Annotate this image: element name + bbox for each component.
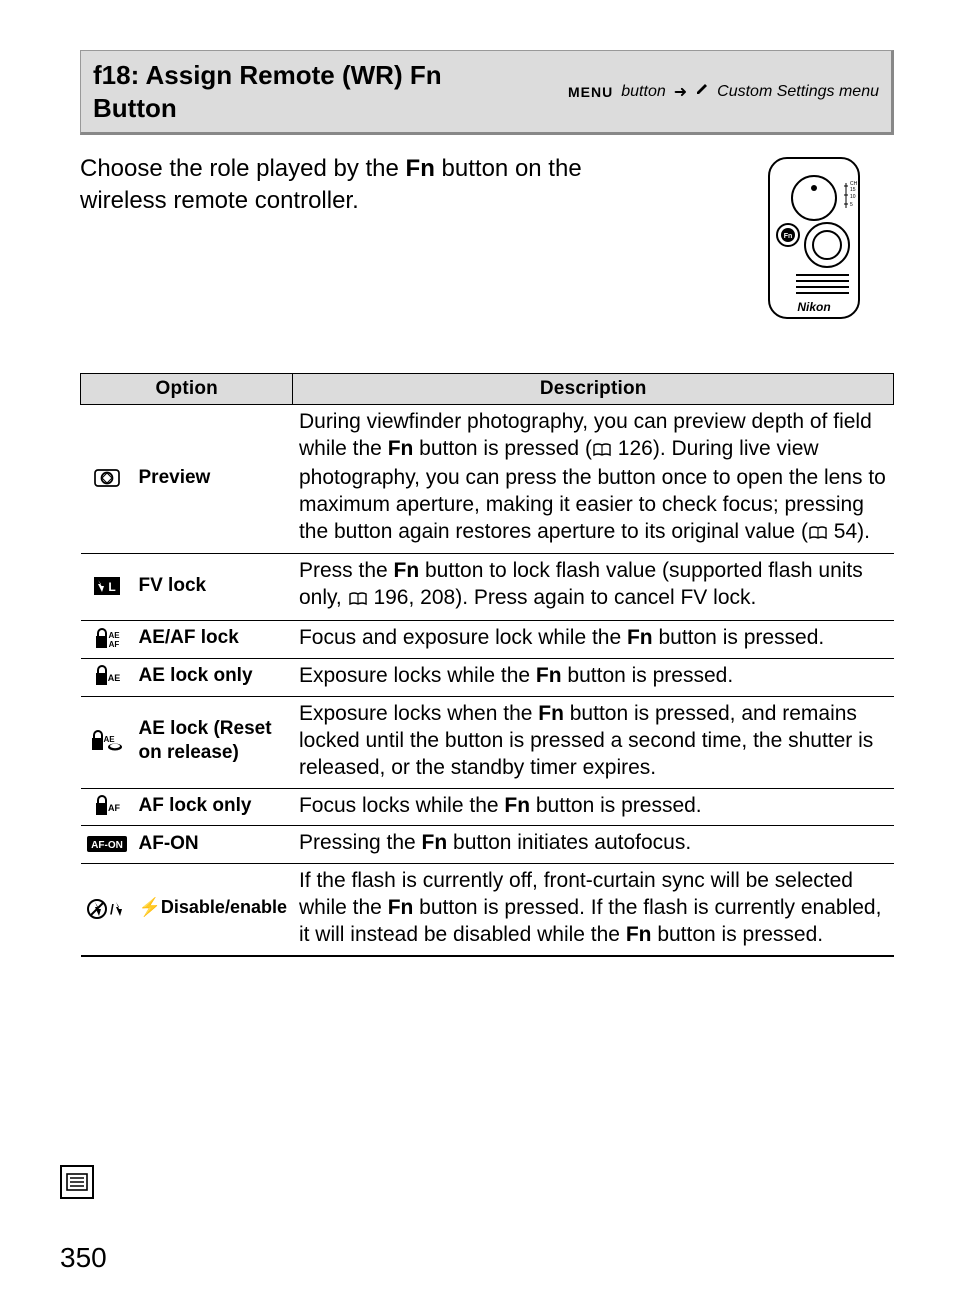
option-label: FV lock <box>133 554 293 621</box>
fn-text: Fn <box>538 702 564 725</box>
desc-text: Press the <box>299 559 394 582</box>
option-description: If the flash is currently off, front-cur… <box>293 864 894 956</box>
table-row: L FV lock Press the Fn button to lock fl… <box>81 554 894 621</box>
table-row: AE AE lock (Reset on release) Exposure l… <box>81 696 894 788</box>
svg-text:5: 5 <box>850 202 853 208</box>
desc-text: button is pressed. <box>530 794 702 817</box>
remote-controller-illustration: CH 15 10 5 Fn Nikon <box>754 153 874 333</box>
desc-text: Exposure locks when the <box>299 702 538 725</box>
table-row: AF-ON AF-ON Pressing the Fn button initi… <box>81 826 894 864</box>
desc-text: button is pressed ( <box>413 437 592 460</box>
options-table: Option Description Preview During viewfi… <box>80 373 894 957</box>
breadcrumb-dest: Custom Settings menu <box>717 83 879 101</box>
table-row: / ⚡Disable/enable If the flash is curren… <box>81 864 894 956</box>
option-label: ⚡Disable/enable <box>133 864 293 956</box>
menu-tab-icon <box>60 1165 94 1199</box>
option-description: Focus locks while the Fn button is press… <box>293 788 894 826</box>
option-description: Focus and exposure lock while the Fn but… <box>293 621 894 659</box>
desc-text: ). <box>857 520 870 543</box>
option-description: Press the Fn button to lock flash value … <box>293 554 894 621</box>
option-label: AE lock only <box>133 659 293 697</box>
option-label: Preview <box>133 405 293 554</box>
page-number: 350 <box>60 1242 107 1274</box>
desc-text: Focus and exposure lock while the <box>299 626 627 649</box>
fn-text: Fn <box>388 437 414 460</box>
fn-text: Fn <box>504 794 530 817</box>
page-ref-num: 196, 208 <box>373 586 455 609</box>
table-row: Preview During viewfinder photography, y… <box>81 405 894 554</box>
breadcrumb: MENU button ➜ Custom Settings menu <box>568 82 879 102</box>
af-lock-only-icon: AF <box>81 788 133 826</box>
section-title: f18: Assign Remote (WR) Fn Button <box>93 59 483 124</box>
fn-text: Fn <box>388 896 414 919</box>
desc-text: Focus locks while the <box>299 794 504 817</box>
desc-text: button is pressed. <box>651 923 823 946</box>
table-row: AF AF lock only Focus locks while the Fn… <box>81 788 894 826</box>
svg-text:AE: AE <box>107 673 119 683</box>
ae-lock-reset-icon: AE <box>81 696 133 788</box>
option-label: AF-ON <box>133 826 293 864</box>
option-description: Pressing the Fn button initiates autofoc… <box>293 826 894 864</box>
svg-text:/: / <box>110 901 114 917</box>
desc-text: button is pressed. <box>653 626 825 649</box>
svg-text:AF: AF <box>108 803 120 813</box>
col-header-option: Option <box>81 374 293 405</box>
remote-brand-label: Nikon <box>797 300 830 314</box>
desc-text: Exposure locks while the <box>299 664 536 687</box>
fn-text: Fn <box>627 626 653 649</box>
fn-text: Fn <box>536 664 562 687</box>
page-ref-num: 126 <box>618 437 653 460</box>
option-description: During viewfinder photography, you can p… <box>293 405 894 554</box>
ae-lock-only-icon: AE <box>81 659 133 697</box>
arrow-right-icon: ➜ <box>674 82 687 102</box>
desc-text: button is pressed. <box>562 664 734 687</box>
option-label: AF lock only <box>133 788 293 826</box>
preview-icon <box>81 405 133 554</box>
desc-text: Pressing the <box>299 831 422 854</box>
flash-disable-enable-icon: / <box>81 864 133 956</box>
af-on-icon: AF-ON <box>81 826 133 864</box>
breadcrumb-menu-label: MENU <box>568 84 613 100</box>
option-description: Exposure locks while the Fn button is pr… <box>293 659 894 697</box>
option-flash-label: ⚡Disable/enable <box>139 896 287 919</box>
svg-text:AE: AE <box>108 631 120 640</box>
svg-text:L: L <box>108 580 115 594</box>
svg-text:10: 10 <box>850 194 856 200</box>
desc-text: button initiates autofocus. <box>447 831 691 854</box>
fn-text: Fn <box>626 923 652 946</box>
svg-text:AE: AE <box>103 735 115 744</box>
intro-row: Choose the role played by the Fn button … <box>80 153 894 333</box>
option-label: AE lock (Reset on release) <box>133 696 293 788</box>
section-header: f18: Assign Remote (WR) Fn Button MENU b… <box>80 50 894 135</box>
intro-pre: Choose the role played by the <box>80 155 406 182</box>
col-header-description: Description <box>293 374 894 405</box>
page-ref-num: 54 <box>834 520 857 543</box>
ae-af-lock-icon: AEAF <box>81 621 133 659</box>
option-label: AE/AF lock <box>133 621 293 659</box>
page-ref-icon <box>349 587 367 614</box>
fn-text: Fn <box>422 831 448 854</box>
svg-text:15: 15 <box>850 187 856 193</box>
svg-text:Fn: Fn <box>784 233 793 240</box>
fv-lock-icon: L <box>81 554 133 621</box>
table-row: AEAF AE/AF lock Focus and exposure lock … <box>81 621 894 659</box>
breadcrumb-button-label: button <box>621 83 665 101</box>
page-ref-icon <box>593 438 611 465</box>
intro-text: Choose the role played by the Fn button … <box>80 153 610 218</box>
table-row: AE AE lock only Exposure locks while the… <box>81 659 894 697</box>
intro-fn: Fn <box>406 155 435 182</box>
svg-text:AF-ON: AF-ON <box>91 840 123 851</box>
option-description: Exposure locks when the Fn button is pre… <box>293 696 894 788</box>
fn-text: Fn <box>394 559 420 582</box>
desc-text: ). Press again to cancel FV lock. <box>455 586 756 609</box>
page-ref-icon <box>809 521 827 548</box>
pencil-icon <box>695 82 709 101</box>
svg-text:AF: AF <box>108 640 119 649</box>
